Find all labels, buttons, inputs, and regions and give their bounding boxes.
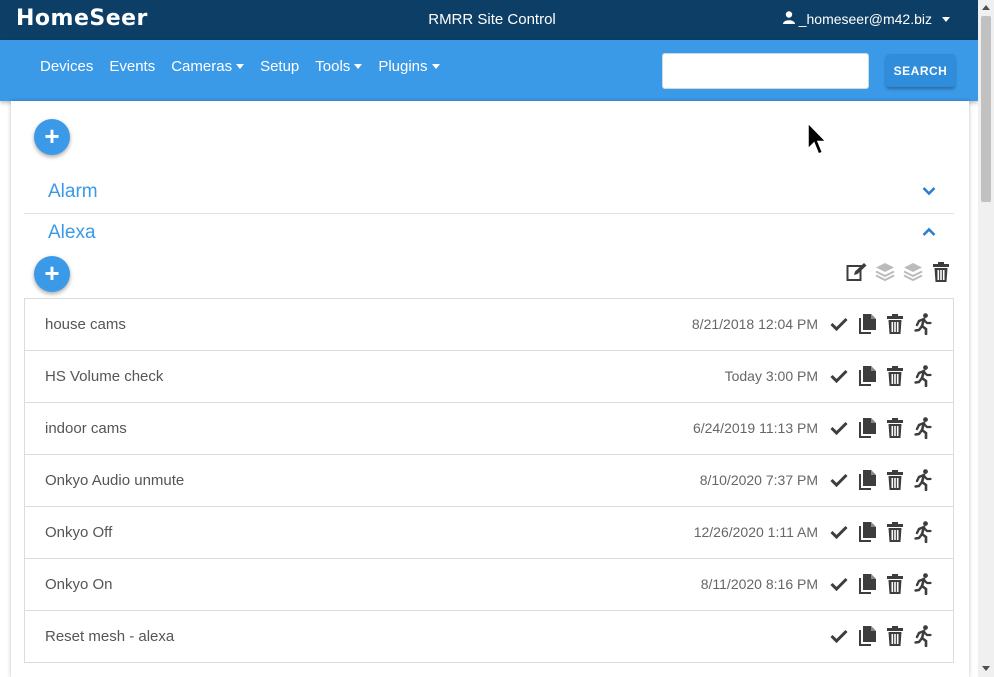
group-toolbar bbox=[846, 261, 952, 283]
nav-item-cameras[interactable]: Cameras bbox=[163, 58, 252, 75]
nav-item-tools[interactable]: Tools bbox=[307, 58, 370, 75]
group-title[interactable]: Alarm bbox=[48, 181, 98, 203]
add-group-button[interactable]: + bbox=[34, 119, 70, 155]
chevron-down-icon[interactable] bbox=[922, 183, 936, 201]
copy-icon[interactable] bbox=[857, 469, 877, 491]
page-scrollbar[interactable] bbox=[978, 0, 994, 677]
nav-item-setup[interactable]: Setup bbox=[252, 58, 307, 75]
run-event-icon[interactable] bbox=[913, 625, 933, 647]
event-name[interactable]: house cams bbox=[45, 316, 126, 333]
event-actions bbox=[829, 313, 933, 335]
enable-check-icon[interactable] bbox=[829, 417, 849, 439]
event-row[interactable]: HS Volume check Today 3:00 PM bbox=[25, 351, 953, 403]
event-name[interactable]: Onkyo On bbox=[45, 576, 113, 593]
nav-item-label: Cameras bbox=[171, 58, 233, 75]
nav-item-devices[interactable]: Devices bbox=[32, 58, 101, 75]
user-icon bbox=[782, 11, 795, 27]
event-row[interactable]: Onkyo On 8/11/2020 8:16 PM bbox=[25, 559, 953, 611]
copy-icon[interactable] bbox=[857, 417, 877, 439]
delete-icon[interactable] bbox=[885, 313, 905, 335]
enable-check-icon[interactable] bbox=[829, 469, 849, 491]
delete-icon[interactable] bbox=[885, 417, 905, 439]
event-row[interactable]: Reset mesh - alexa bbox=[25, 611, 953, 663]
add-event-button[interactable]: + bbox=[34, 256, 70, 292]
run-event-icon[interactable] bbox=[913, 469, 933, 491]
events-panel: + Alarm Alexa + house cams 8/21/2018 12:0… bbox=[11, 101, 969, 677]
event-last-run-time: 8/10/2020 7:37 PM bbox=[699, 472, 818, 488]
event-actions bbox=[829, 625, 933, 647]
delete-icon[interactable] bbox=[885, 625, 905, 647]
caret-down-icon bbox=[354, 64, 363, 69]
event-list: house cams 8/21/2018 12:04 PM HS Volume ch… bbox=[24, 298, 954, 663]
nav-item-label: Setup bbox=[260, 58, 300, 75]
caret-down-icon bbox=[431, 64, 440, 69]
enable-check-icon[interactable] bbox=[829, 365, 849, 387]
event-last-run-time: 8/11/2020 8:16 PM bbox=[700, 576, 818, 592]
nav-item-label: Devices bbox=[40, 58, 94, 75]
scroll-down-arrow-icon[interactable] bbox=[982, 666, 990, 671]
caret-down-icon bbox=[942, 16, 950, 22]
event-last-run-time: 12/26/2020 1:11 AM bbox=[693, 524, 818, 540]
group-header-alarm[interactable]: Alarm bbox=[24, 173, 954, 213]
search-input[interactable] bbox=[662, 53, 869, 89]
nav-item-events[interactable]: Events bbox=[101, 58, 163, 75]
event-last-run-time: Today 3:00 PM bbox=[724, 368, 818, 384]
group-title[interactable]: Alexa bbox=[48, 222, 96, 244]
event-name[interactable]: Onkyo Off bbox=[45, 524, 112, 541]
event-row[interactable]: house cams 8/21/2018 12:04 PM bbox=[25, 299, 953, 351]
nav-item-plugins[interactable]: Plugins bbox=[370, 58, 447, 75]
edit-group-icon[interactable] bbox=[846, 261, 868, 283]
delete-icon[interactable] bbox=[885, 573, 905, 595]
delete-icon[interactable] bbox=[885, 521, 905, 543]
caret-down-icon bbox=[236, 64, 245, 69]
event-actions bbox=[829, 417, 933, 439]
event-last-run-time: 8/21/2018 12:04 PM bbox=[691, 316, 818, 332]
run-event-icon[interactable] bbox=[913, 417, 933, 439]
enable-check-icon[interactable] bbox=[829, 521, 849, 543]
event-row[interactable]: Onkyo Off 12/26/2020 1:11 AM bbox=[25, 507, 953, 559]
event-actions bbox=[829, 521, 933, 543]
event-row[interactable]: indoor cams 6/24/2019 11:13 PM bbox=[25, 403, 953, 455]
event-name[interactable]: Reset mesh - alexa bbox=[45, 628, 174, 645]
nav-item-label: Events bbox=[109, 58, 156, 75]
layers-icon[interactable] bbox=[902, 261, 924, 283]
delete-icon[interactable] bbox=[885, 469, 905, 491]
search-button[interactable]: SEARCH bbox=[886, 54, 955, 87]
chevron-up-icon[interactable] bbox=[922, 224, 936, 242]
enable-check-icon[interactable] bbox=[829, 573, 849, 595]
delete-group-icon[interactable] bbox=[930, 261, 952, 283]
main-navbar: Devices Events Cameras Setup Tools Plugins SE… bbox=[0, 40, 978, 101]
layers-icon[interactable] bbox=[874, 261, 896, 283]
scroll-up-arrow-icon[interactable] bbox=[982, 5, 990, 10]
user-menu[interactable]: _homeseer@m42.biz bbox=[782, 11, 950, 27]
enable-check-icon[interactable] bbox=[829, 313, 849, 335]
scroll-thumb[interactable] bbox=[981, 16, 991, 202]
copy-icon[interactable] bbox=[857, 625, 877, 647]
nav-item-label: Plugins bbox=[378, 58, 428, 75]
user-name: _homeseer@m42.biz bbox=[798, 11, 932, 27]
copy-icon[interactable] bbox=[857, 573, 877, 595]
run-event-icon[interactable] bbox=[913, 521, 933, 543]
event-name[interactable]: Onkyo Audio unmute bbox=[45, 472, 184, 489]
event-name[interactable]: indoor cams bbox=[45, 420, 127, 437]
event-last-run-time: 6/24/2019 11:13 PM bbox=[692, 420, 818, 436]
run-event-icon[interactable] bbox=[913, 313, 933, 335]
group-header-alexa[interactable]: Alexa bbox=[24, 214, 954, 254]
run-event-icon[interactable] bbox=[913, 365, 933, 387]
event-actions bbox=[829, 573, 933, 595]
enable-check-icon[interactable] bbox=[829, 625, 849, 647]
event-name[interactable]: HS Volume check bbox=[45, 368, 163, 385]
run-event-icon[interactable] bbox=[913, 573, 933, 595]
delete-icon[interactable] bbox=[885, 365, 905, 387]
event-row[interactable]: Onkyo Audio unmute 8/10/2020 7:37 PM bbox=[25, 455, 953, 507]
copy-icon[interactable] bbox=[857, 521, 877, 543]
event-actions bbox=[829, 469, 933, 491]
event-actions bbox=[829, 365, 933, 387]
mouse-cursor-icon bbox=[806, 121, 828, 161]
copy-icon[interactable] bbox=[857, 313, 877, 335]
top-bar: HomeSeer RMRR Site Control _homeseer@m42… bbox=[0, 0, 978, 40]
copy-icon[interactable] bbox=[857, 365, 877, 387]
nav-item-label: Tools bbox=[315, 58, 351, 75]
